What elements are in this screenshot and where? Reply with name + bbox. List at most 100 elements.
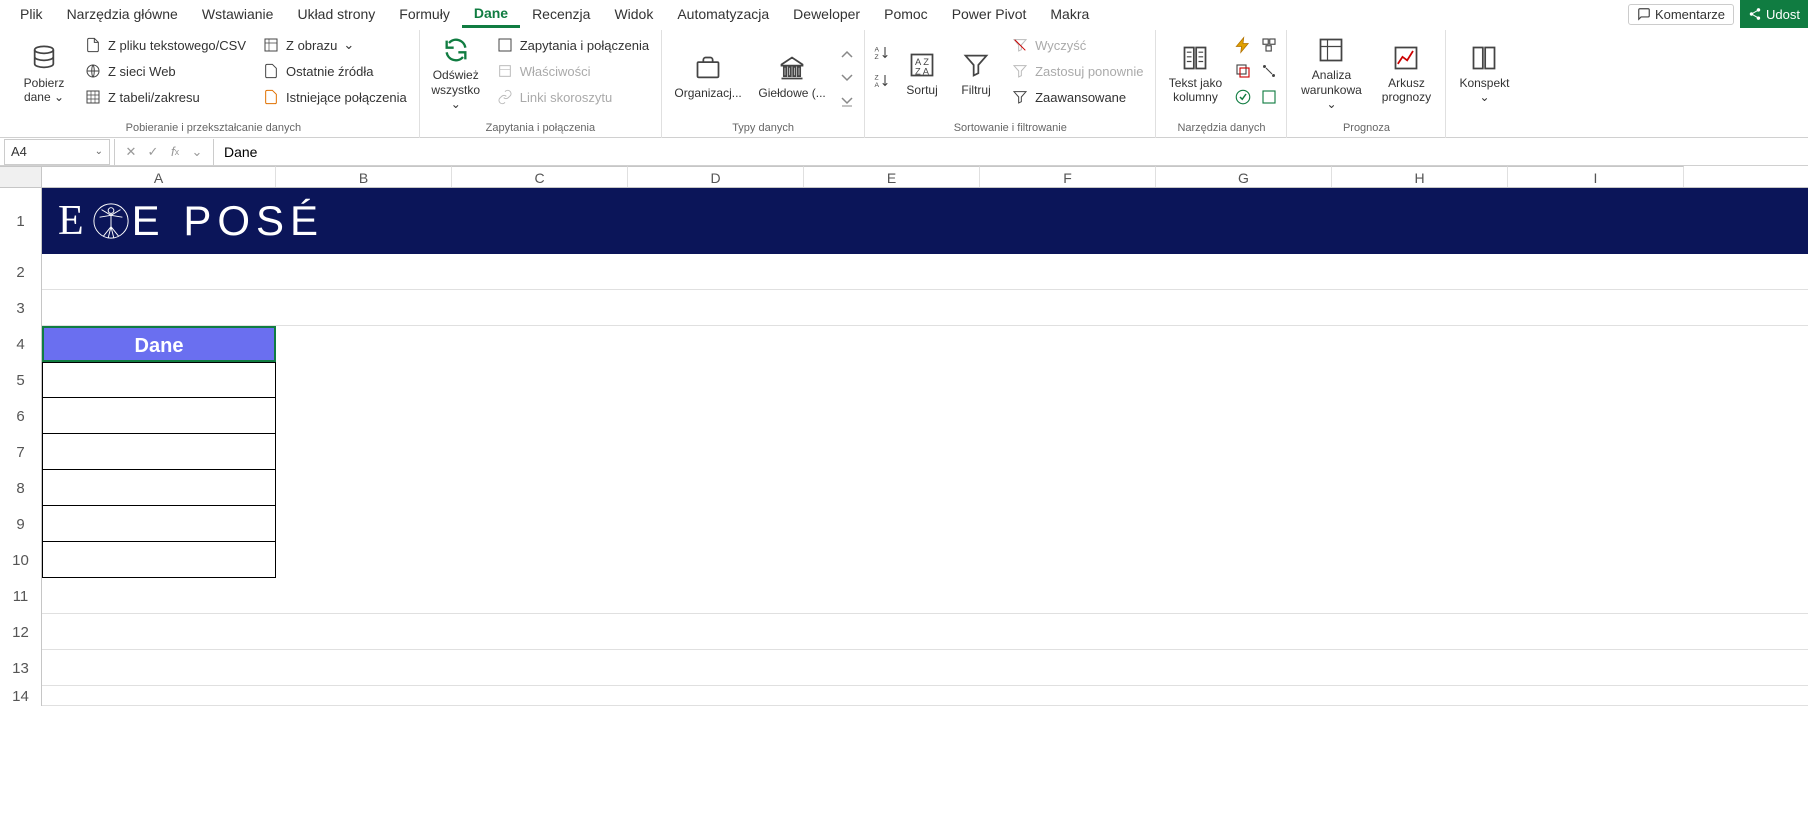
refresh-all-button[interactable]: Odśwież wszystko ⌄	[426, 32, 486, 114]
stocks-button[interactable]: Giełdowe (...	[752, 36, 832, 118]
sort-desc-button[interactable]: ZA	[871, 70, 893, 92]
flash-fill-button[interactable]	[1232, 34, 1254, 56]
row-header-8[interactable]: 8	[0, 470, 42, 506]
tab-plik[interactable]: Plik	[8, 2, 55, 26]
select-all-corner[interactable]	[0, 166, 42, 187]
row-header-14[interactable]: 14	[0, 686, 42, 706]
stocks-label: Giełdowe (...	[758, 86, 825, 100]
outline-button[interactable]: Konspekt⌄	[1452, 32, 1516, 114]
from-csv-button[interactable]: Z pliku tekstowego/CSV	[78, 32, 252, 58]
filter-label: Filtruj	[961, 83, 990, 97]
tab-deweloper[interactable]: Deweloper	[781, 2, 872, 26]
from-table-button[interactable]: Z tabeli/zakresu	[78, 84, 252, 110]
row-header-10[interactable]: 10	[0, 542, 42, 578]
tab-pomoc[interactable]: Pomoc	[872, 2, 940, 26]
tab-power-pivot[interactable]: Power Pivot	[940, 2, 1039, 26]
whatif-button[interactable]: Analiza warunkowa ⌄	[1293, 32, 1369, 114]
remove-duplicates-button[interactable]	[1232, 60, 1254, 82]
cancel-formula-button[interactable]: ✕	[121, 142, 141, 162]
cell-A4-selected[interactable]: Dane	[42, 326, 276, 362]
row-header-11[interactable]: 11	[0, 578, 42, 614]
existing-connections-button[interactable]: Istniejące połączenia	[256, 84, 413, 110]
cell-A7[interactable]	[42, 434, 276, 470]
row-header-13[interactable]: 13	[0, 650, 42, 686]
row-6: 6	[0, 398, 1808, 434]
queries-icon	[496, 36, 514, 54]
consolidate-button[interactable]	[1258, 34, 1280, 56]
database-icon	[28, 42, 60, 74]
workbook-links-button: Linki skoroszytu	[490, 84, 655, 110]
sort-asc-button[interactable]: AZ	[871, 42, 893, 64]
outline-icon	[1468, 42, 1500, 74]
comments-button[interactable]: Komentarze	[1628, 4, 1734, 25]
recent-sources-button[interactable]: Ostatnie źródła	[256, 58, 413, 84]
group-sort-filter-label: Sortowanie i filtrowanie	[871, 121, 1149, 136]
col-header-E[interactable]: E	[804, 166, 980, 187]
row-3: 3	[0, 290, 1808, 326]
data-types-more[interactable]	[836, 91, 858, 113]
sort-button[interactable]: A ZZ A Sortuj	[897, 32, 947, 114]
row-header-4[interactable]: 4	[0, 326, 42, 362]
name-box[interactable]: A4 ⌄	[4, 139, 110, 165]
row-header-5[interactable]: 5	[0, 362, 42, 398]
col-header-A[interactable]: A	[42, 166, 276, 187]
banner-text: E POSÉ	[132, 197, 324, 245]
manage-data-model-button[interactable]	[1258, 86, 1280, 108]
col-header-G[interactable]: G	[1156, 166, 1332, 187]
from-web-button[interactable]: Z sieci Web	[78, 58, 252, 84]
formula-input[interactable]	[214, 139, 1808, 165]
col-header-C[interactable]: C	[452, 166, 628, 187]
data-validation-button[interactable]	[1232, 86, 1254, 108]
row-header-3[interactable]: 3	[0, 290, 42, 326]
col-header-B[interactable]: B	[276, 166, 452, 187]
from-csv-label: Z pliku tekstowego/CSV	[108, 38, 246, 53]
enter-formula-button[interactable]: ✓	[143, 142, 163, 162]
row-header-1[interactable]: 1	[0, 188, 42, 254]
data-types-scroll-up[interactable]	[836, 43, 858, 65]
tab-widok[interactable]: Widok	[602, 2, 665, 26]
tab-automatyzacja[interactable]: Automatyzacja	[665, 2, 781, 26]
insert-function-button[interactable]: fx	[165, 142, 185, 162]
row-header-6[interactable]: 6	[0, 398, 42, 434]
tab-formuly[interactable]: Formuły	[387, 2, 462, 26]
share-button[interactable]: Udost	[1740, 0, 1808, 28]
ribbon-group-queries: Odśwież wszystko ⌄ Zapytania i połączeni…	[420, 30, 662, 138]
row-header-7[interactable]: 7	[0, 434, 42, 470]
col-header-H[interactable]: H	[1332, 166, 1508, 187]
formula-dropdown-icon[interactable]: ⌄	[187, 142, 207, 162]
text-to-columns-button[interactable]: Tekst jako kolumny	[1162, 32, 1228, 114]
tab-narzedzia-glowne[interactable]: Narzędzia główne	[55, 2, 190, 26]
advanced-label: Zaawansowane	[1035, 90, 1126, 105]
sort-icon: A ZZ A	[906, 49, 938, 81]
col-header-D[interactable]: D	[628, 166, 804, 187]
cell-A10[interactable]	[42, 542, 276, 578]
forecast-sheet-button[interactable]: Arkusz prognozy	[1373, 32, 1439, 114]
name-box-dropdown-icon[interactable]: ⌄	[95, 146, 103, 157]
tab-recenzja[interactable]: Recenzja	[520, 2, 602, 26]
cell-A5[interactable]	[42, 362, 276, 398]
queries-connections-button[interactable]: Zapytania i połączenia	[490, 32, 655, 58]
relationships-button[interactable]	[1258, 60, 1280, 82]
tab-makra[interactable]: Makra	[1038, 2, 1101, 26]
cell-A8[interactable]	[42, 470, 276, 506]
row-11: 11	[0, 578, 1808, 614]
cell-A9[interactable]	[42, 506, 276, 542]
organization-button[interactable]: Organizacj...	[668, 36, 748, 118]
data-types-scroll-down[interactable]	[836, 67, 858, 89]
cell-A6[interactable]	[42, 398, 276, 434]
col-header-I[interactable]: I	[1508, 166, 1684, 187]
from-image-button[interactable]: Z obrazu ⌄	[256, 32, 413, 58]
filter-button[interactable]: Filtruj	[951, 32, 1001, 114]
col-header-F[interactable]: F	[980, 166, 1156, 187]
row-header-12[interactable]: 12	[0, 614, 42, 650]
tab-uklad-strony[interactable]: Układ strony	[285, 2, 387, 26]
row-header-2[interactable]: 2	[0, 254, 42, 290]
row-header-9[interactable]: 9	[0, 506, 42, 542]
advanced-filter-button[interactable]: Zaawansowane	[1005, 84, 1149, 110]
banner-cell[interactable]: E E POSÉ	[42, 188, 1808, 254]
tab-dane[interactable]: Dane	[462, 1, 520, 28]
get-data-button[interactable]: Pobierz dane ⌄	[14, 32, 74, 114]
group-data-types-label: Typy danych	[668, 121, 858, 136]
forecast-icon	[1390, 42, 1422, 74]
tab-wstawianie[interactable]: Wstawianie	[190, 2, 286, 26]
